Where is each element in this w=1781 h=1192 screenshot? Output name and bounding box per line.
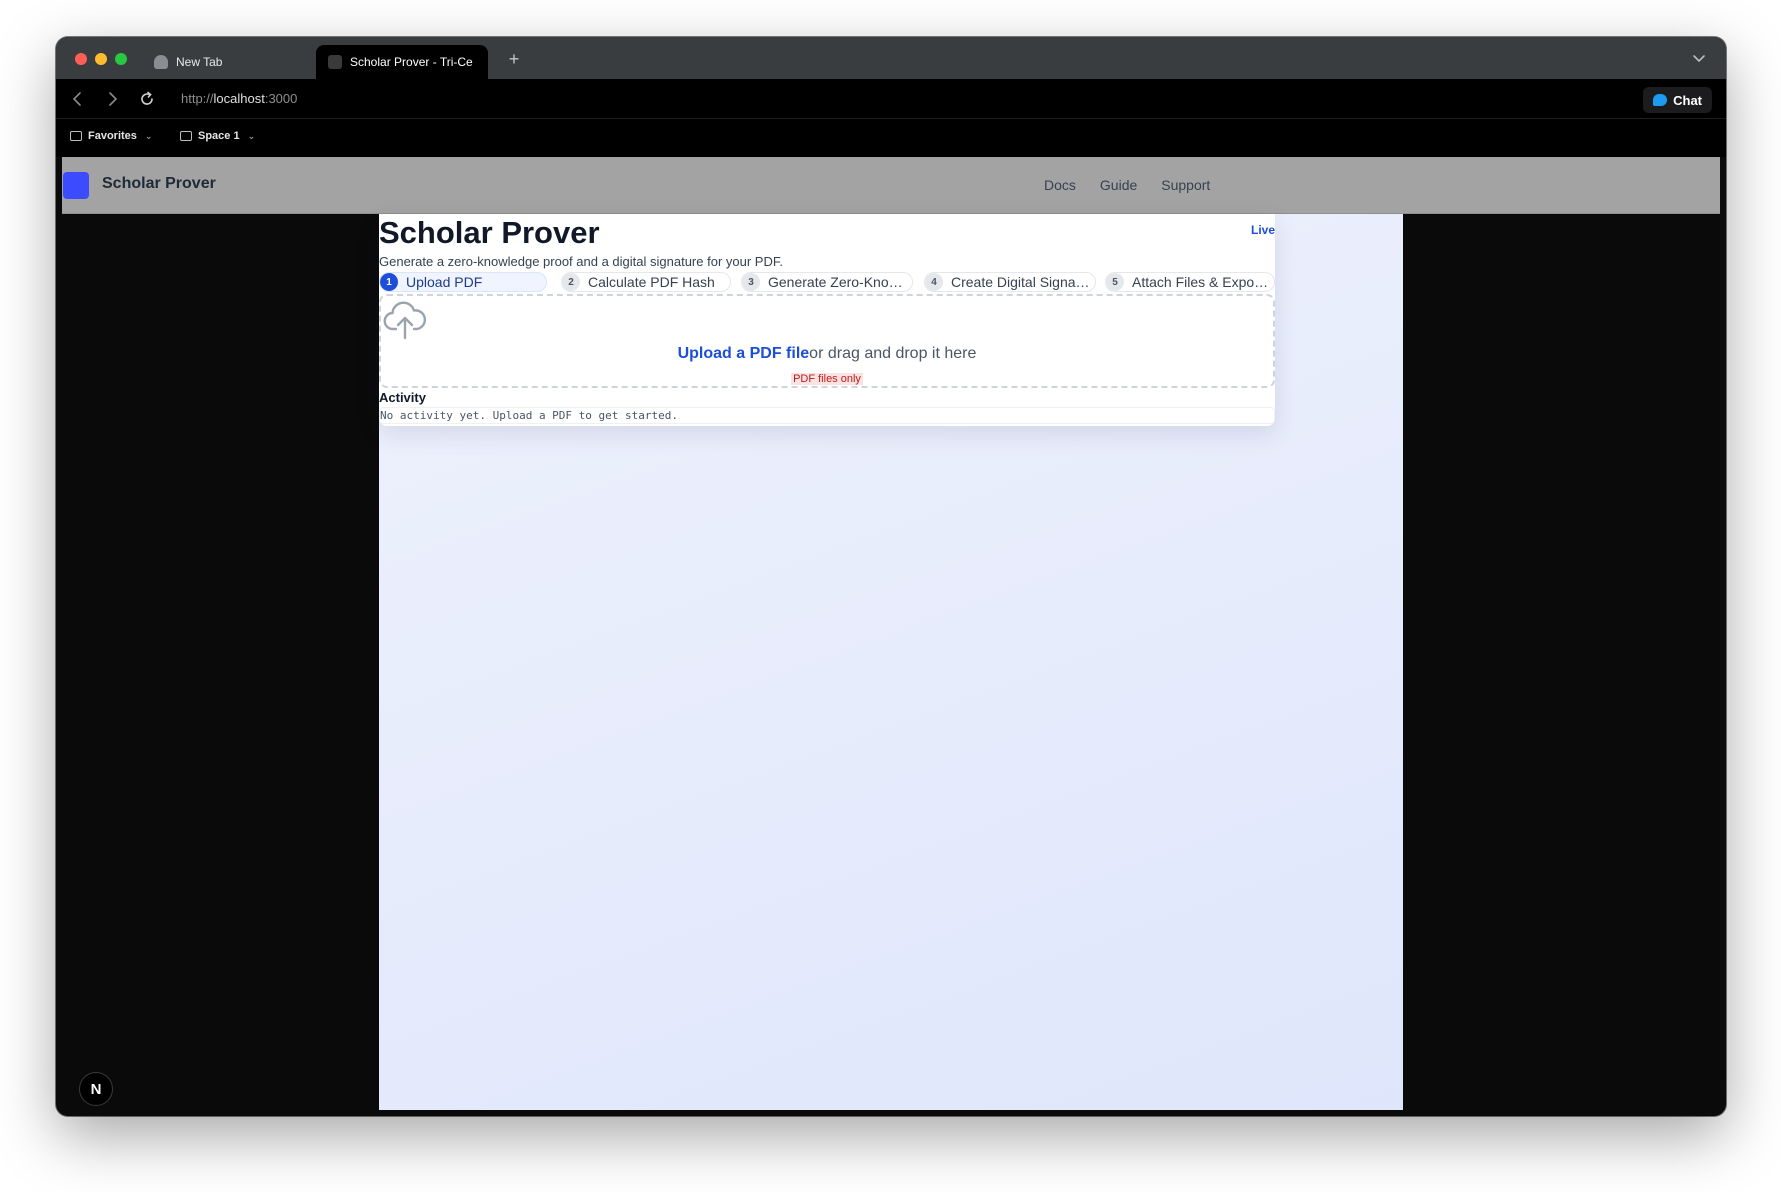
- chevron-down-icon: ⌄: [144, 130, 153, 141]
- site-name[interactable]: Scholar Prover: [102, 175, 216, 193]
- activity-heading: Activity: [379, 390, 426, 405]
- chat-bubble-icon: [1653, 94, 1668, 106]
- activity-log: No activity yet. Upload a PDF to get sta…: [379, 407, 1275, 424]
- step-label: Calculate PDF Hash: [588, 274, 715, 290]
- step-upload-pdf[interactable]: 1 Upload PDF: [379, 272, 547, 292]
- bookmarks-bar: Favorites ⌄ Space 1 ⌄: [56, 119, 1726, 157]
- url-port: :3000: [264, 91, 298, 106]
- bookmark-label: Favorites: [88, 130, 137, 142]
- step-label: Attach Files & Export...: [1132, 274, 1270, 290]
- chat-label: Chat: [1673, 92, 1702, 108]
- step-number: 1: [380, 273, 398, 291]
- step-number: 3: [742, 273, 760, 291]
- upload-pdf-link[interactable]: Upload a PDF file: [678, 345, 810, 362]
- maximize-window-button[interactable]: [115, 53, 127, 65]
- step-generate-proof[interactable]: 3 Generate Zero-Knowl...: [741, 272, 913, 292]
- tab-new-tab[interactable]: New Tab: [142, 45, 302, 79]
- minimize-window-button[interactable]: [95, 53, 107, 65]
- cloud-upload-icon: [383, 301, 427, 340]
- reload-icon[interactable]: [137, 89, 157, 109]
- page-icon: [328, 55, 342, 69]
- bookmark-label: Space 1: [198, 130, 240, 142]
- close-window-button[interactable]: [75, 53, 87, 65]
- tab-title: Scholar Prover - Tri-Ce: [350, 55, 473, 69]
- dropzone-prompt: Upload a PDF fileor drag and drop it her…: [381, 345, 1273, 363]
- ghost-icon: [154, 55, 168, 69]
- site-header: Scholar Prover Docs Guide Support: [62, 157, 1720, 214]
- step-number: 5: [1106, 273, 1124, 291]
- chat-button[interactable]: Chat: [1643, 87, 1712, 113]
- file-type-hint: PDF files only: [791, 373, 863, 385]
- dropzone-text: or drag and drop it here: [809, 345, 977, 362]
- tab-scholar-prover[interactable]: Scholar Prover - Tri-Ce: [316, 45, 488, 79]
- page-viewport: Scholar Prover Docs Guide Support Schola…: [62, 157, 1720, 1110]
- forward-icon[interactable]: [102, 89, 122, 109]
- step-number: 2: [562, 273, 580, 291]
- site-nav: Docs Guide Support: [1044, 177, 1210, 193]
- folder-icon: [70, 131, 82, 141]
- back-icon[interactable]: [68, 89, 88, 109]
- site-logo[interactable]: [63, 172, 89, 199]
- step-attach-export[interactable]: 5 Attach Files & Export...: [1105, 272, 1275, 292]
- url-scheme: http://: [181, 91, 214, 106]
- bookmark-space-1[interactable]: Space 1 ⌄: [180, 130, 255, 142]
- url-field[interactable]: http://localhost:3000: [181, 91, 297, 106]
- step-calculate-hash[interactable]: 2 Calculate PDF Hash: [561, 272, 731, 292]
- tab-title: New Tab: [176, 55, 223, 69]
- step-label: Upload PDF: [406, 274, 483, 290]
- new-tab-button[interactable]: +: [502, 47, 526, 71]
- page-subtitle: Generate a zero-knowledge proof and a di…: [379, 254, 783, 269]
- page-title: Scholar Prover: [379, 215, 600, 250]
- chevron-down-icon[interactable]: [1690, 49, 1708, 67]
- nav-support[interactable]: Support: [1161, 177, 1210, 193]
- browser-window: New Tab Scholar Prover - Tri-Ce + http:/…: [56, 37, 1726, 1116]
- nav-guide[interactable]: Guide: [1100, 177, 1137, 193]
- step-label: Create Digital Signat...: [951, 274, 1091, 290]
- tab-strip: New Tab Scholar Prover - Tri-Ce +: [56, 37, 1726, 79]
- address-bar: http://localhost:3000 Chat: [56, 79, 1726, 119]
- bookmark-favorites[interactable]: Favorites ⌄: [70, 130, 152, 142]
- status-badge: Live: [1250, 223, 1275, 237]
- url-host: localhost: [213, 91, 265, 106]
- prover-card: Scholar Prover Live Generate a zero-know…: [379, 214, 1275, 426]
- nextjs-dev-badge[interactable]: N: [79, 1072, 113, 1106]
- pdf-dropzone[interactable]: Upload a PDF fileor drag and drop it her…: [379, 294, 1275, 388]
- step-number: 4: [925, 273, 943, 291]
- step-digital-signature[interactable]: 4 Create Digital Signat...: [924, 272, 1096, 292]
- folder-icon: [180, 131, 192, 141]
- step-label: Generate Zero-Knowl...: [768, 274, 908, 290]
- dropzone-hint: PDF files only: [381, 369, 1273, 387]
- chevron-down-icon: ⌄: [247, 130, 256, 141]
- step-indicator: 1 Upload PDF 2 Calculate PDF Hash 3 Gene…: [379, 272, 1275, 292]
- nav-docs[interactable]: Docs: [1044, 177, 1076, 193]
